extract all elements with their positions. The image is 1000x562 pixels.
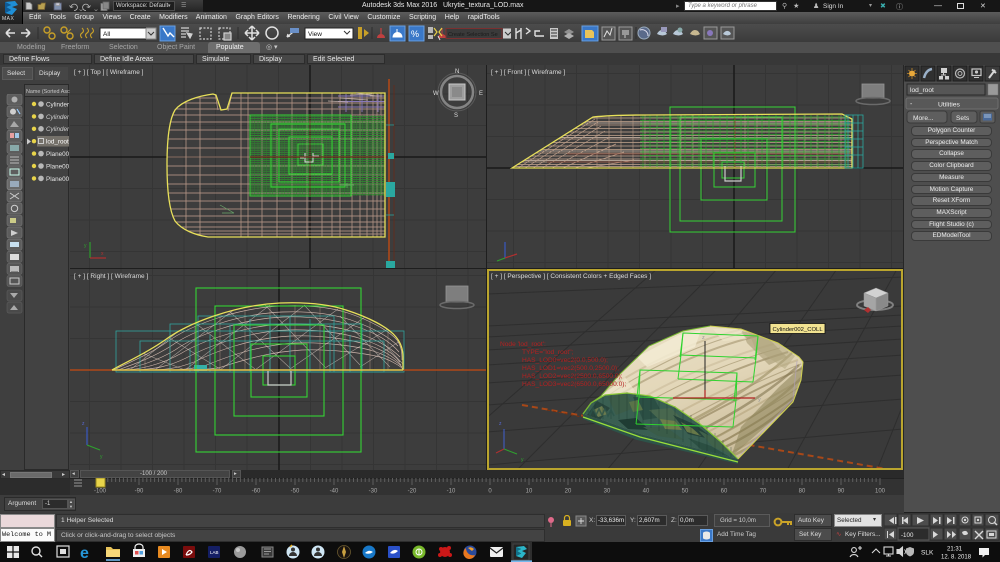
svg-text:90: 90 (838, 489, 845, 495)
svg-text:Plane002: Plane002 (46, 163, 69, 170)
svg-text:S: S (454, 113, 458, 119)
svg-text:HAS_LOD2=vec2(2500.0,6500.0);: HAS_LOD2=vec2(2500.0,6500.0); (522, 373, 623, 380)
svg-text:TYPE="lod_root";: TYPE="lod_root"; (522, 349, 574, 356)
svg-text:Cylinder0: Cylinder0 (46, 101, 69, 108)
svg-text:-90: -90 (135, 489, 144, 495)
svg-text:z: z (702, 335, 705, 341)
svg-text:[ + ] [ Right ] [ Wireframe ]: [ + ] [ Right ] [ Wireframe ] (74, 273, 148, 280)
svg-text:Plane004: Plane004 (46, 176, 69, 183)
svg-text:10: 10 (526, 489, 533, 495)
svg-text:Node 'lod_root':: Node 'lod_root': (500, 341, 546, 348)
svg-text:30: 30 (604, 489, 611, 495)
svg-text:Create Selection Se: Create Selection Se (448, 32, 498, 38)
svg-text:40: 40 (643, 489, 650, 495)
svg-text:-20: -20 (408, 489, 417, 495)
svg-text:-100: -100 (94, 489, 107, 495)
svg-text:[ + ] [ Top ] [ Wireframe ]: [ + ] [ Top ] [ Wireframe ] (74, 69, 144, 76)
svg-text:%: % (411, 29, 419, 39)
svg-text:lod_root: lod_root (910, 87, 934, 94)
svg-text:50: 50 (682, 489, 689, 495)
svg-text:-40: -40 (330, 489, 339, 495)
svg-text:HAS_LOD1=vec2(500.0,2500.0);: HAS_LOD1=vec2(500.0,2500.0); (522, 365, 619, 372)
svg-text:Utilities: Utilities (938, 102, 961, 109)
svg-text:21:31: 21:31 (947, 547, 963, 553)
svg-text:Cylinder002_COLL: Cylinder002_COLL (773, 327, 824, 333)
svg-text:All: All (103, 31, 111, 38)
svg-text:More...: More... (913, 115, 934, 122)
svg-text:W: W (433, 91, 439, 97)
svg-text:60: 60 (721, 489, 728, 495)
svg-text:Cylinder0: Cylinder0 (46, 114, 69, 121)
svg-text:70: 70 (760, 489, 767, 495)
svg-text:y: y (758, 397, 761, 403)
svg-text:80: 80 (799, 489, 806, 495)
svg-text:20: 20 (565, 489, 572, 495)
svg-text:e: e (80, 545, 89, 562)
svg-text:Sets: Sets (956, 115, 970, 122)
svg-text:HAS_LOD0=vec2(0.0,500.0);: HAS_LOD0=vec2(0.0,500.0); (522, 357, 608, 364)
svg-text:Plane001: Plane001 (46, 151, 69, 158)
svg-text:100: 100 (875, 489, 886, 495)
svg-text:[ + ] [ Front ] [ Wireframe ]: [ + ] [ Front ] [ Wireframe ] (491, 69, 565, 76)
svg-text:-10: -10 (447, 489, 456, 495)
svg-text:LAB: LAB (210, 550, 219, 555)
svg-text:0: 0 (488, 489, 492, 495)
svg-text:N: N (455, 69, 459, 75)
svg-text:-60: -60 (252, 489, 261, 495)
svg-text:-30: -30 (369, 489, 378, 495)
svg-text:-100: -100 (901, 532, 914, 539)
svg-text:12. 8. 2018: 12. 8. 2018 (941, 555, 972, 561)
svg-text:HAS_LOD3=vec2(6500.0,65000.0);: HAS_LOD3=vec2(6500.0,65000.0); (522, 381, 626, 388)
svg-text:-50: -50 (291, 489, 300, 495)
svg-text:E: E (479, 91, 483, 97)
svg-text:Cylinder0: Cylinder0 (46, 126, 69, 133)
svg-text:[ + ] [ Perspective ] [ Consis: [ + ] [ Perspective ] [ Consistent Color… (491, 273, 651, 280)
svg-text:SLK: SLK (921, 550, 934, 557)
svg-text:lod_root: lod_root (46, 139, 69, 146)
svg-text:-80: -80 (174, 489, 183, 495)
svg-text:View: View (308, 31, 322, 38)
svg-text:-70: -70 (213, 489, 222, 495)
